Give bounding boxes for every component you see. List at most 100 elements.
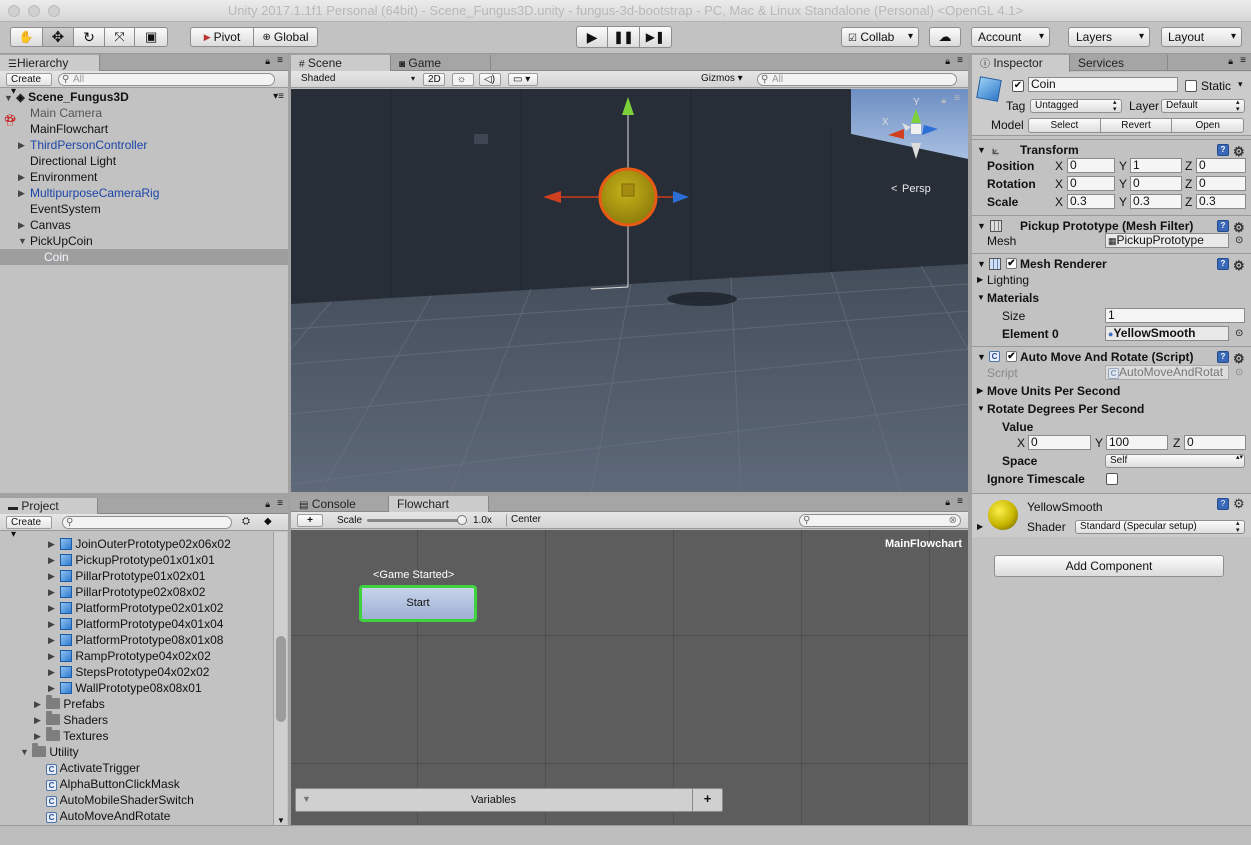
project-search-input[interactable]: ⚲ — [62, 516, 232, 529]
collapsed-arrow-icon[interactable]: ▶ — [48, 616, 55, 632]
object-picker-icon[interactable]: ⊙ — [1235, 325, 1243, 343]
persp-label[interactable]: Persp — [902, 183, 931, 195]
scale-slider-knob[interactable] — [457, 515, 468, 525]
tab-project[interactable]: ▬ Project — [0, 498, 98, 515]
space-dropdown[interactable]: Self — [1105, 454, 1245, 468]
step-button[interactable]: ▶❚ — [640, 27, 671, 47]
collapsed-arrow-icon[interactable]: ▶ — [18, 185, 25, 201]
project-item[interactable]: ▶ JoinOuterPrototype02x06x02 — [0, 536, 272, 552]
rect-tool-button[interactable]: ▣ — [135, 28, 167, 46]
scroll-down-arrow-icon[interactable]: ▼ — [277, 816, 285, 825]
play-button[interactable]: ▶ — [577, 27, 609, 47]
close-window-button[interactable] — [8, 5, 20, 17]
collapsed-arrow-icon[interactable]: ▶ — [34, 712, 41, 728]
filter-by-label-icon[interactable]: ◆ — [264, 516, 272, 527]
lock-icon[interactable]: 🔒︎ — [265, 56, 270, 67]
lock-icon[interactable]: 🔒︎ — [265, 499, 270, 510]
collapsed-arrow-icon[interactable]: ▶ — [48, 536, 55, 552]
active-checkbox[interactable]: ✔ — [1012, 80, 1024, 92]
panel-menu-icon[interactable]: ≡ — [1240, 55, 1246, 66]
cloud-services-button[interactable]: ☁ — [929, 27, 961, 47]
project-item[interactable]: ▶ PlatformPrototype08x01x08 — [0, 632, 272, 648]
project-item[interactable]: ▶ PlatformPrototype02x01x02 — [0, 600, 272, 616]
flowchart-canvas[interactable]: MainFlowchart <Game Started> Start ▼ Var… — [291, 530, 968, 825]
coin-object[interactable] — [598, 167, 658, 227]
layout-dropdown[interactable]: Layout — [1161, 27, 1242, 47]
variables-collapse-arrow-icon[interactable]: ▼ — [302, 794, 311, 804]
collab-dropdown[interactable]: ☑ Collab — [841, 27, 919, 47]
scene-viewport[interactable]: Y X < Persp 🔒︎ ≡ — [291, 89, 968, 492]
rotate-x-field[interactable]: 0 — [1028, 435, 1091, 450]
tab-services[interactable]: Services — [1070, 55, 1168, 71]
scale-x-field[interactable]: 0.3 — [1067, 194, 1115, 209]
zoom-window-button[interactable] — [48, 5, 60, 17]
project-item[interactable]: ▶ PillarPrototype02x08x02 — [0, 584, 272, 600]
element-0-field[interactable]: ●YellowSmooth — [1105, 326, 1229, 341]
collapsed-arrow-icon[interactable]: ▶ — [48, 568, 55, 584]
gear-icon[interactable]: ⚙ — [1233, 496, 1245, 512]
collapsed-arrow-icon[interactable]: ▶ — [18, 169, 25, 185]
scale-y-field[interactable]: 0.3 — [1130, 194, 1182, 209]
rotate-degrees-foldout[interactable]: ▼ Rotate Degrees Per Second — [972, 400, 1251, 418]
project-script-item[interactable]: C AutoMobileShaderSwitch — [0, 792, 272, 808]
move-tool-button[interactable]: ✥ — [42, 28, 75, 46]
position-y-field[interactable]: 1 — [1130, 158, 1182, 173]
pivot-button[interactable]: ▶ Pivot — [191, 28, 255, 46]
tab-inspector[interactable]: ⓘ Inspector — [972, 55, 1070, 72]
lighting-foldout[interactable]: ▶ Lighting — [972, 271, 1251, 289]
hierarchy-item-multipurposecamerarig[interactable]: ▶ MultipurposeCameraRig — [0, 185, 288, 201]
help-book-icon[interactable]: ? — [1217, 498, 1229, 510]
static-dropdown-icon[interactable]: ▾ — [1238, 79, 1243, 90]
global-button[interactable]: ⊕ Global — [254, 28, 317, 46]
scrollbar-thumb[interactable] — [276, 636, 286, 722]
transform-component-header[interactable]: ▼ ⟀ Transform ? ⚙ — [972, 139, 1251, 159]
lock-icon[interactable]: 🔒︎ — [1228, 56, 1233, 67]
project-item[interactable]: ▶ PlatformPrototype04x01x04 — [0, 616, 272, 632]
script-enabled-checkbox[interactable]: ✔ — [1006, 351, 1017, 362]
project-item[interactable]: ▶ PillarPrototype01x02x01 — [0, 568, 272, 584]
rotate-z-field[interactable]: 0 — [1184, 435, 1246, 450]
project-item[interactable]: ▶ RampPrototype04x02x02 — [0, 648, 272, 664]
rotation-z-field[interactable]: 0 — [1196, 176, 1246, 191]
start-block[interactable]: Start — [359, 585, 477, 622]
project-script-item[interactable]: C ActivateTrigger — [0, 760, 272, 776]
mesh-object-field[interactable]: ▦PickupPrototype — [1105, 233, 1229, 248]
lock-icon[interactable]: 🔒︎ — [945, 56, 950, 67]
panel-menu-icon[interactable]: ≡ — [957, 496, 963, 507]
layers-dropdown[interactable]: Layers — [1068, 27, 1150, 47]
tab-game[interactable]: ◙ Game — [391, 55, 491, 71]
rotation-x-field[interactable]: 0 — [1067, 176, 1115, 191]
collapsed-arrow-icon[interactable]: ▶ — [18, 217, 25, 233]
hand-tool-button[interactable]: ✋ — [11, 28, 43, 46]
hierarchy-item-eventsystem[interactable]: EventSystem — [0, 201, 288, 217]
static-checkbox[interactable] — [1185, 80, 1197, 92]
tag-dropdown[interactable]: Untagged — [1030, 99, 1122, 113]
lighting-toggle[interactable]: ☼ — [452, 73, 474, 86]
hierarchy-item-pickupcoin[interactable]: ▼ PickUpCoin — [0, 233, 288, 249]
hierarchy-item-thirdpersoncontroller[interactable]: ▶ ThirdPersonController — [0, 137, 288, 153]
project-create-button[interactable]: Create ▾ — [6, 516, 52, 540]
hierarchy-item-environment[interactable]: ▶ Environment — [0, 169, 288, 185]
hierarchy-item-mainflowchart[interactable]: 🍄︎ MainFlowchart — [0, 115, 288, 137]
panel-menu-icon[interactable]: ≡ — [277, 498, 283, 509]
ignore-timescale-checkbox[interactable] — [1106, 473, 1118, 485]
tab-flowchart[interactable]: Flowchart — [389, 496, 489, 513]
materials-foldout[interactable]: ▼ Materials — [972, 289, 1251, 307]
help-book-icon[interactable]: ? — [1217, 144, 1229, 156]
project-item[interactable]: ▶ PickupPrototype01x01x01 — [0, 552, 272, 568]
variables-title[interactable]: Variables — [471, 794, 516, 806]
position-z-field[interactable]: 0 — [1196, 158, 1246, 173]
hierarchy-item-canvas[interactable]: ▶ Canvas — [0, 217, 288, 233]
auto-move-rotate-component-header[interactable]: ▼ C ✔ Auto Move And Rotate (Script) ? ⚙ — [972, 346, 1251, 366]
collapsed-arrow-icon[interactable]: ▶ — [48, 664, 55, 680]
collapsed-arrow-icon[interactable]: ▶ — [34, 696, 41, 712]
project-scrollbar[interactable]: ▼ — [273, 532, 287, 825]
scene-menu-icon[interactable]: ▾≡ — [273, 89, 284, 105]
add-variable-button[interactable]: + — [692, 789, 722, 811]
project-folder-shaders[interactable]: ▶ Shaders — [0, 711, 272, 728]
help-book-icon[interactable]: ? — [1217, 351, 1229, 363]
scene-search-input[interactable]: ⚲ All — [757, 73, 957, 86]
collapsed-arrow-icon[interactable]: ▶ — [48, 648, 55, 664]
account-dropdown[interactable]: Account — [971, 27, 1050, 47]
rotate-tool-button[interactable]: ↻ — [74, 28, 105, 46]
